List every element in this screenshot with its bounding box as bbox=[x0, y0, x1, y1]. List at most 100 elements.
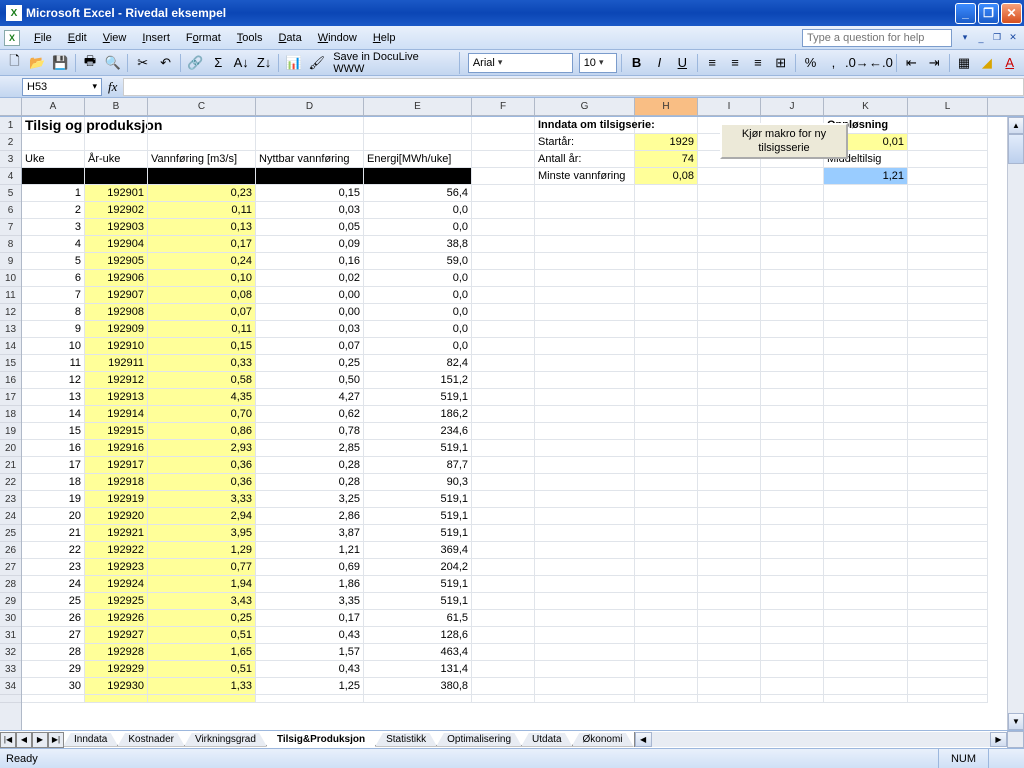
row-header-10[interactable]: 10 bbox=[0, 270, 21, 287]
doc-minimize-button[interactable]: _ bbox=[974, 31, 988, 45]
sort-asc-button[interactable]: A↓ bbox=[231, 52, 252, 74]
undo-button[interactable]: ↶ bbox=[155, 52, 176, 74]
column-header-C[interactable]: C bbox=[148, 98, 256, 116]
menu-data[interactable]: Data bbox=[270, 30, 309, 46]
doc-restore-button[interactable]: ❐ bbox=[990, 31, 1004, 45]
comma-button[interactable]: , bbox=[823, 52, 844, 74]
italic-button[interactable]: I bbox=[649, 52, 670, 74]
row-header-34[interactable]: 34 bbox=[0, 678, 21, 695]
row-header-11[interactable]: 11 bbox=[0, 287, 21, 304]
column-header-K[interactable]: K bbox=[824, 98, 908, 116]
save-button[interactable]: 💾 bbox=[50, 52, 71, 74]
maximize-button[interactable]: ❐ bbox=[978, 3, 999, 24]
row-header-8[interactable]: 8 bbox=[0, 236, 21, 253]
decrease-decimal-button[interactable]: ←.0 bbox=[870, 52, 892, 74]
row-header-31[interactable]: 31 bbox=[0, 627, 21, 644]
minimize-button[interactable]: _ bbox=[955, 3, 976, 24]
drawing-button[interactable]: 🖌 bbox=[306, 52, 327, 74]
row-header-15[interactable]: 15 bbox=[0, 355, 21, 372]
menu-view[interactable]: View bbox=[95, 30, 135, 46]
borders-button[interactable]: ▦ bbox=[954, 52, 975, 74]
hyperlink-button[interactable]: 🔗 bbox=[185, 52, 206, 74]
column-header-A[interactable]: A bbox=[22, 98, 85, 116]
tab-next-button[interactable]: ▶ bbox=[32, 732, 48, 748]
column-header-L[interactable]: L bbox=[908, 98, 988, 116]
percent-button[interactable]: % bbox=[800, 52, 821, 74]
menu-help[interactable]: Help bbox=[365, 30, 404, 46]
sort-desc-button[interactable]: Z↓ bbox=[254, 52, 275, 74]
column-header-G[interactable]: G bbox=[535, 98, 635, 116]
menu-window[interactable]: Window bbox=[310, 30, 365, 46]
merge-center-button[interactable]: ⊞ bbox=[770, 52, 791, 74]
data-row[interactable]: 301929301,331,25380,8 bbox=[22, 678, 1007, 695]
row-header-12[interactable]: 12 bbox=[0, 304, 21, 321]
data-row[interactable]: 101929100,150,070,0 bbox=[22, 338, 1007, 355]
doc-close-button[interactable]: ✕ bbox=[1006, 31, 1020, 45]
data-row[interactable]: 121929120,580,50151,2 bbox=[22, 372, 1007, 389]
tab-prev-button[interactable]: ◀ bbox=[16, 732, 32, 748]
row-header-19[interactable]: 19 bbox=[0, 423, 21, 440]
data-row[interactable]: 11929010,230,1556,4 bbox=[22, 185, 1007, 202]
underline-button[interactable]: U bbox=[672, 52, 693, 74]
data-row[interactable]: 111929110,330,2582,4 bbox=[22, 355, 1007, 372]
help-dropdown-icon[interactable]: ▾ bbox=[958, 31, 972, 45]
fx-button[interactable]: fx bbox=[108, 79, 117, 95]
data-row[interactable]: 71929070,080,000,0 bbox=[22, 287, 1007, 304]
vertical-scrollbar[interactable]: ▲ ▼ bbox=[1007, 117, 1024, 730]
column-header-D[interactable]: D bbox=[256, 98, 364, 116]
chart-wizard-button[interactable]: 📊 bbox=[283, 52, 304, 74]
tab-kostnader[interactable]: Kostnader bbox=[117, 733, 185, 747]
tab-virkningsgrad[interactable]: Virkningsgrad bbox=[184, 733, 267, 747]
data-row[interactable]: 131929134,354,27519,1 bbox=[22, 389, 1007, 406]
align-center-button[interactable]: ≡ bbox=[725, 52, 746, 74]
name-box[interactable]: H53 bbox=[22, 78, 102, 96]
row-header-25[interactable]: 25 bbox=[0, 525, 21, 542]
row-header-17[interactable]: 17 bbox=[0, 389, 21, 406]
row-header-6[interactable]: 6 bbox=[0, 202, 21, 219]
row-header-29[interactable]: 29 bbox=[0, 593, 21, 610]
data-row[interactable]: 251929253,433,35519,1 bbox=[22, 593, 1007, 610]
menu-insert[interactable]: Insert bbox=[134, 30, 178, 46]
row-header-20[interactable]: 20 bbox=[0, 440, 21, 457]
tab-utdata[interactable]: Utdata bbox=[521, 733, 572, 747]
data-row[interactable]: 271929270,510,43128,6 bbox=[22, 627, 1007, 644]
fill-color-button[interactable]: ◢ bbox=[976, 52, 997, 74]
row-header-28[interactable]: 28 bbox=[0, 576, 21, 593]
data-row[interactable]: 211929213,953,87519,1 bbox=[22, 525, 1007, 542]
increase-indent-button[interactable]: ⇥ bbox=[924, 52, 945, 74]
data-row[interactable]: 191929193,333,25519,1 bbox=[22, 491, 1007, 508]
increase-decimal-button[interactable]: .0→ bbox=[846, 52, 868, 74]
row-header-1[interactable]: 1 bbox=[0, 117, 21, 134]
data-row[interactable]: 241929241,941,86519,1 bbox=[22, 576, 1007, 593]
align-right-button[interactable]: ≡ bbox=[747, 52, 768, 74]
data-row[interactable]: 151929150,860,78234,6 bbox=[22, 423, 1007, 440]
row-header-18[interactable]: 18 bbox=[0, 406, 21, 423]
menu-tools[interactable]: Tools bbox=[229, 30, 271, 46]
row-header-7[interactable]: 7 bbox=[0, 219, 21, 236]
column-header-F[interactable]: F bbox=[472, 98, 535, 116]
row-header-32[interactable]: 32 bbox=[0, 644, 21, 661]
menu-edit[interactable]: Edit bbox=[60, 30, 95, 46]
data-row[interactable]: 161929162,932,85519,1 bbox=[22, 440, 1007, 457]
data-row[interactable]: 91929090,110,030,0 bbox=[22, 321, 1007, 338]
tab-statistikk[interactable]: Statistikk bbox=[375, 733, 437, 747]
data-row[interactable]: 181929180,360,2890,3 bbox=[22, 474, 1007, 491]
row-header-16[interactable]: 16 bbox=[0, 372, 21, 389]
row-header-23[interactable]: 23 bbox=[0, 491, 21, 508]
workbook-icon[interactable]: X bbox=[4, 30, 20, 46]
decrease-indent-button[interactable]: ⇤ bbox=[901, 52, 922, 74]
row-header-4[interactable]: 4 bbox=[0, 168, 21, 185]
help-search-input[interactable] bbox=[802, 29, 952, 47]
row-header-35[interactable] bbox=[0, 695, 21, 703]
data-row[interactable]: 221929221,291,21369,4 bbox=[22, 542, 1007, 559]
row-header-22[interactable]: 22 bbox=[0, 474, 21, 491]
menu-format[interactable]: Format bbox=[178, 30, 229, 46]
cut-button[interactable]: ✂ bbox=[132, 52, 153, 74]
row-header-26[interactable]: 26 bbox=[0, 542, 21, 559]
data-row[interactable]: 291929290,510,43131,4 bbox=[22, 661, 1007, 678]
data-row[interactable]: 281929281,651,57463,4 bbox=[22, 644, 1007, 661]
save-doculive-button[interactable]: Save in DocuLive WWW bbox=[329, 51, 451, 75]
column-header-H[interactable]: H bbox=[635, 98, 698, 116]
font-color-button[interactable]: A bbox=[999, 52, 1020, 74]
scroll-thumb[interactable] bbox=[1008, 134, 1024, 164]
